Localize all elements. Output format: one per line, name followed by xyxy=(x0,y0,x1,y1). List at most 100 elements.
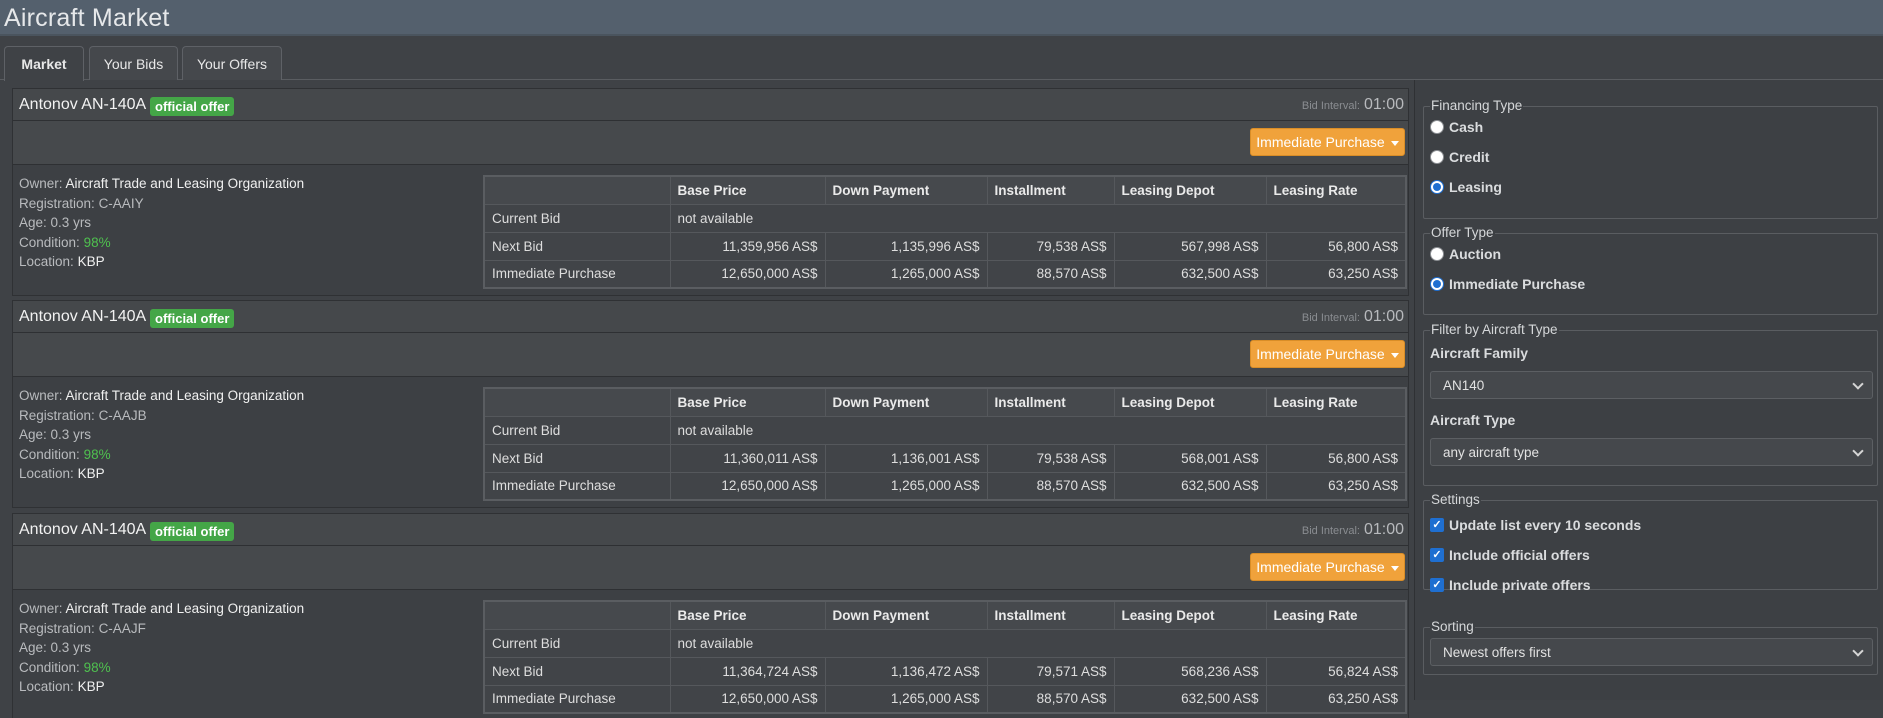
offer-option-immediate-purchase[interactable]: Immediate Purchase xyxy=(1430,276,1585,292)
table-header: Leasing Rate xyxy=(1265,387,1407,417)
chevron-down-icon xyxy=(1852,645,1864,657)
bid-interval: Bid Interval: 01:00 xyxy=(1302,308,1404,326)
chevron-down-icon xyxy=(1852,445,1864,457)
page-title: Aircraft Market xyxy=(4,4,170,32)
immediate-purchase-button[interactable]: Immediate Purchase xyxy=(1250,340,1405,368)
aircraft-type-select[interactable]: any aircraft type xyxy=(1430,438,1873,466)
bid-interval: Bid Interval: 01:00 xyxy=(1302,521,1404,539)
checkbox-include-private[interactable]: ✓ xyxy=(1430,578,1444,592)
checkbox-update-list[interactable]: ✓ xyxy=(1430,518,1444,532)
setting-include-official[interactable]: ✓ Include official offers xyxy=(1430,547,1590,563)
setting-include-private[interactable]: ✓ Include private offers xyxy=(1430,577,1591,593)
table-header: Down Payment xyxy=(824,175,988,205)
aircraft-family-select[interactable]: AN140 xyxy=(1430,371,1873,399)
table-cell: 56,824 AS$ xyxy=(1265,656,1407,686)
price-table: Base Price Down Payment Installment Leas… xyxy=(483,600,1407,714)
table-cell: 88,570 AS$ xyxy=(986,471,1115,501)
tab-your-offers[interactable]: Your Offers xyxy=(182,46,282,80)
registration-value: C-AAIY xyxy=(98,195,144,211)
radio-leasing[interactable] xyxy=(1430,180,1444,194)
registration-value: C-AAJB xyxy=(98,407,147,423)
location-label: Location: xyxy=(19,254,74,269)
condition-label: Condition: xyxy=(19,659,80,675)
table-row: Current Bid not available xyxy=(483,203,1407,233)
table-cell: 632,500 AS$ xyxy=(1113,684,1267,714)
tab-bar: Market Your Bids Your Offers xyxy=(0,40,1883,81)
sorting-select[interactable]: Newest offers first xyxy=(1430,638,1873,666)
age-value: 0.3 yrs xyxy=(50,427,92,442)
table-cell: 11,360,011 AS$ xyxy=(669,443,826,473)
price-table: Base Price Down Payment Installment Leas… xyxy=(483,387,1407,501)
owner-label: Owner: xyxy=(19,176,63,191)
table-cell: 632,500 AS$ xyxy=(1113,259,1267,289)
aircraft-family-value: AN140 xyxy=(1443,377,1485,393)
age-value: 0.3 yrs xyxy=(50,640,92,655)
table-row: Current Bid not available xyxy=(483,415,1407,445)
aircraft-name: Antonov AN-140A xyxy=(19,308,147,325)
tab-market[interactable]: Market xyxy=(4,46,84,81)
caret-down-icon xyxy=(1390,352,1399,358)
aircraft-info: Owner: Aircraft Trade and Leasing Organi… xyxy=(19,599,304,697)
immediate-purchase-button-label: Immediate Purchase xyxy=(1256,559,1385,575)
listing-action-bar: Immediate Purchase xyxy=(13,121,1408,165)
caret-down-icon xyxy=(1390,565,1399,571)
setting-label: Update list every 10 seconds xyxy=(1449,517,1642,533)
table-header: Leasing Depot xyxy=(1113,387,1267,417)
table-cell: 567,998 AS$ xyxy=(1113,231,1267,261)
financing-option-credit[interactable]: Credit xyxy=(1430,149,1489,165)
settings-group: Settings ✓ Update list every 10 seconds … xyxy=(1423,492,1878,593)
aircraft-listing: Antonov AN-140A official offer Bid Inter… xyxy=(12,88,1409,296)
checkbox-include-official[interactable]: ✓ xyxy=(1430,548,1444,562)
offer-option-auction[interactable]: Auction xyxy=(1430,246,1501,262)
financing-option-cash[interactable]: Cash xyxy=(1430,119,1483,135)
age-label: Age: xyxy=(19,427,47,442)
listing-action-bar: Immediate Purchase xyxy=(13,546,1408,590)
sorting-group: Sorting Newest offers first xyxy=(1423,619,1878,675)
setting-label: Include official offers xyxy=(1449,547,1590,563)
radio-auction[interactable] xyxy=(1430,247,1444,261)
table-header-row: Base Price Down Payment Installment Leas… xyxy=(483,600,1407,630)
offer-option-label: Auction xyxy=(1449,246,1502,262)
tab-your-bids[interactable]: Your Bids xyxy=(89,46,178,80)
title-bar: Aircraft Market xyxy=(0,0,1883,36)
table-row: Immediate Purchase 12,650,000 AS$ 1,265,… xyxy=(483,471,1407,501)
table-header: Installment xyxy=(986,600,1115,630)
aircraft-name: Antonov AN-140A xyxy=(19,96,147,113)
radio-immediate-purchase[interactable] xyxy=(1430,277,1444,291)
row-label: Current Bid xyxy=(483,628,671,658)
table-cell: 1,136,001 AS$ xyxy=(824,443,988,473)
official-offer-badge: official offer xyxy=(150,97,235,116)
official-offer-badge: official offer xyxy=(150,522,235,541)
immediate-purchase-button[interactable]: Immediate Purchase xyxy=(1250,128,1405,156)
current-bid-value: not available xyxy=(669,415,1407,445)
table-header-row: Base Price Down Payment Installment Leas… xyxy=(483,387,1407,417)
registration-label: Registration: xyxy=(19,195,95,211)
table-header: Installment xyxy=(986,175,1115,205)
price-table: Base Price Down Payment Installment Leas… xyxy=(483,175,1407,289)
table-row: Current Bid not available xyxy=(483,628,1407,658)
settings-legend: Settings xyxy=(1430,492,1481,507)
aircraft-type-value: any aircraft type xyxy=(1443,444,1540,460)
table-header: Base Price xyxy=(669,175,826,205)
table-cell: 79,571 AS$ xyxy=(986,656,1115,686)
row-label: Next Bid xyxy=(483,231,671,261)
table-header: Leasing Depot xyxy=(1113,600,1267,630)
table-cell: 11,364,724 AS$ xyxy=(669,656,826,686)
table-row: Immediate Purchase 12,650,000 AS$ 1,265,… xyxy=(483,259,1407,289)
table-header: Down Payment xyxy=(824,387,988,417)
row-label: Next Bid xyxy=(483,443,671,473)
bid-interval-value: 01:00 xyxy=(1363,96,1404,113)
table-row: Immediate Purchase 12,650,000 AS$ 1,265,… xyxy=(483,684,1407,714)
aircraft-type-filter-group: Filter by Aircraft Type Aircraft Family … xyxy=(1423,322,1878,486)
setting-update-list[interactable]: ✓ Update list every 10 seconds xyxy=(1430,517,1641,533)
table-header: Base Price xyxy=(669,387,826,417)
aircraft-info: Owner: Aircraft Trade and Leasing Organi… xyxy=(19,174,304,272)
radio-cash[interactable] xyxy=(1430,120,1444,134)
registration-label: Registration: xyxy=(19,407,95,423)
table-cell: 12,650,000 AS$ xyxy=(669,471,826,501)
chevron-down-icon xyxy=(1852,378,1864,390)
immediate-purchase-button[interactable]: Immediate Purchase xyxy=(1250,553,1405,581)
financing-option-leasing[interactable]: Leasing xyxy=(1430,179,1502,195)
radio-credit[interactable] xyxy=(1430,150,1444,164)
location-label: Location: xyxy=(19,679,74,694)
